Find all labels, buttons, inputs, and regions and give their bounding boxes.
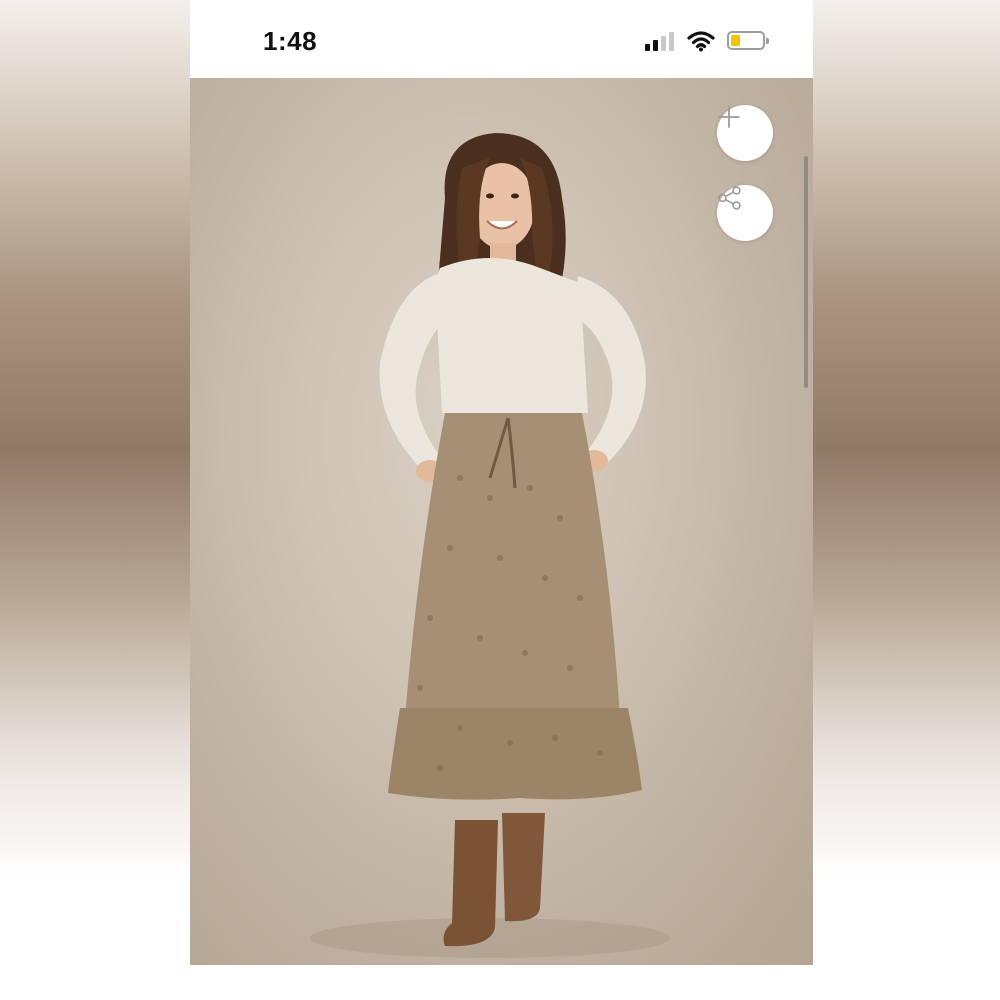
share-button[interactable] xyxy=(717,185,773,241)
bottom-area xyxy=(190,965,813,1000)
add-button[interactable] xyxy=(717,105,773,161)
cellular-signal-icon xyxy=(645,31,677,51)
right-blurred-background xyxy=(813,0,1000,1000)
left-blurred-background xyxy=(0,0,190,1000)
wifi-icon xyxy=(687,30,715,52)
share-icon xyxy=(718,186,741,210)
product-photo[interactable] xyxy=(190,78,813,965)
battery-level xyxy=(731,35,740,46)
plus-icon xyxy=(718,106,740,128)
vertical-scrollbar[interactable] xyxy=(804,156,808,388)
status-bar: 1:48 xyxy=(190,0,813,78)
phone-screen: 1:48 xyxy=(190,0,813,1000)
battery-icon xyxy=(727,31,769,50)
status-time: 1:48 xyxy=(263,26,318,56)
